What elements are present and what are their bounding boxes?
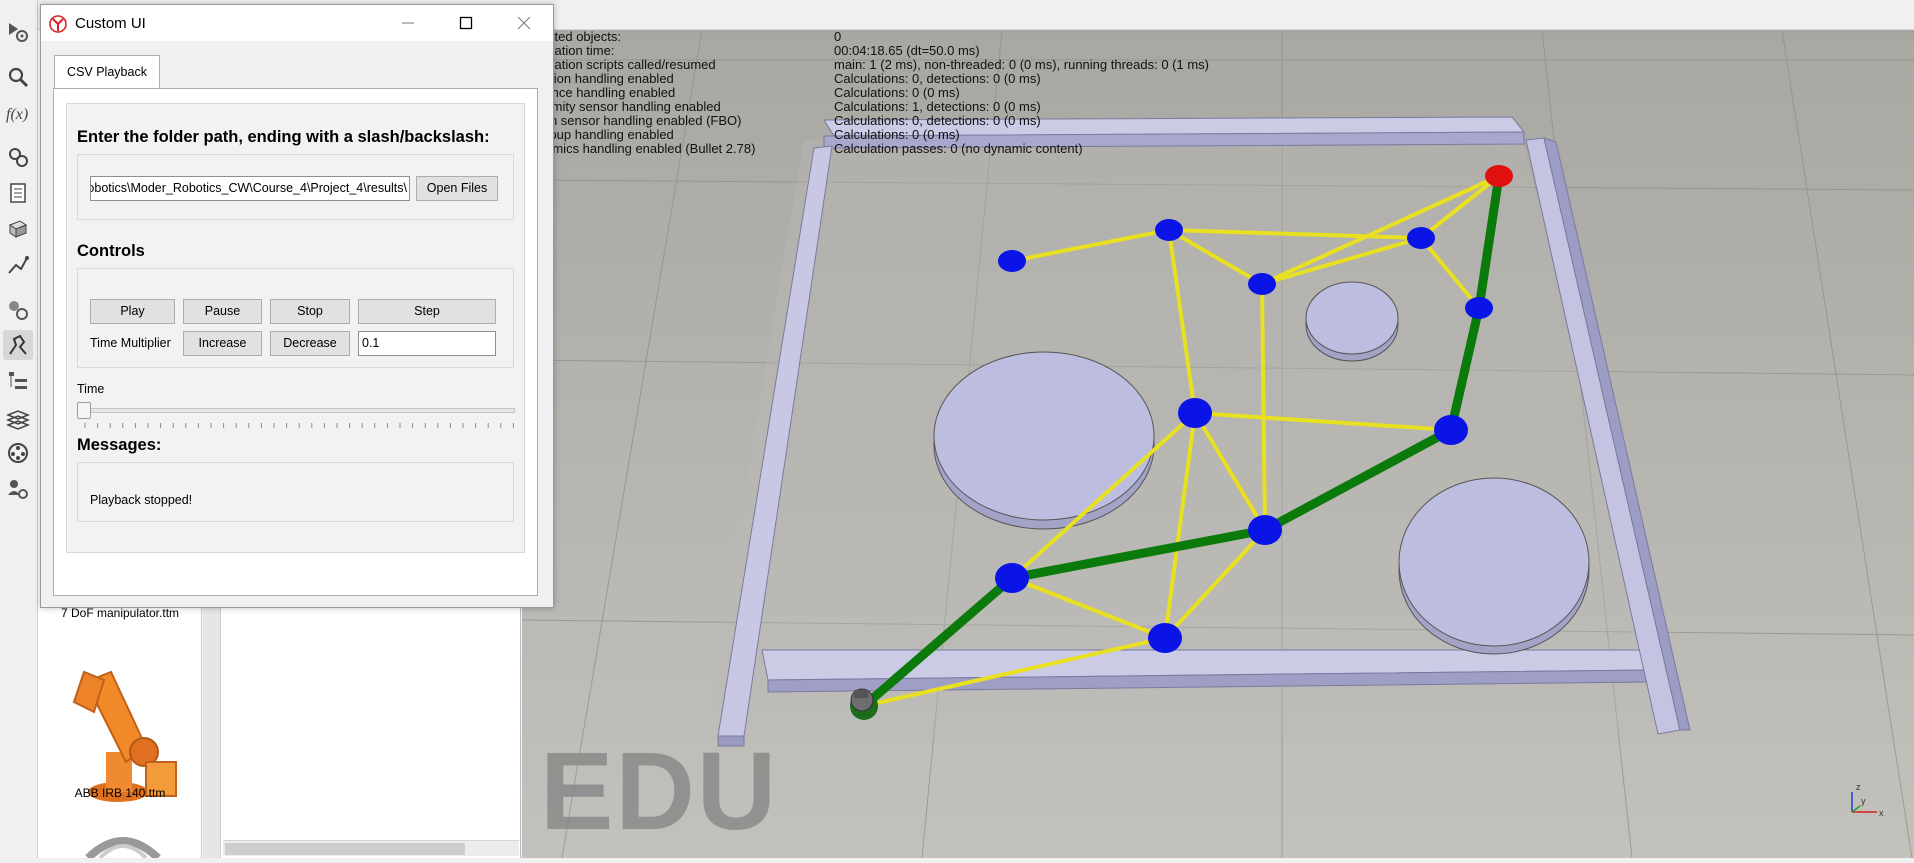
tab-csv-playback[interactable]: CSV Playback xyxy=(54,55,160,89)
roadmap-node xyxy=(1178,398,1212,428)
app-logo-icon xyxy=(49,15,67,33)
svg-text:z: z xyxy=(1856,782,1861,792)
window-title: Custom UI xyxy=(75,15,146,32)
function-icon[interactable]: f(x) xyxy=(3,98,33,128)
tab-pane: Enter the folder path, ending with a sla… xyxy=(53,88,538,596)
roadmap-node xyxy=(1155,219,1183,241)
roadmap-node xyxy=(1465,297,1493,319)
step-button[interactable]: Step xyxy=(358,299,496,324)
scene-info-value: Calculations: 0 (0 ms) xyxy=(834,85,960,100)
time-slider-handle[interactable] xyxy=(77,402,91,419)
messages-heading: Messages: xyxy=(77,436,162,454)
maximize-icon xyxy=(459,16,473,30)
model-label[interactable]: ABB IRB 140.ttm xyxy=(38,786,202,800)
model-browser-icon[interactable] xyxy=(3,330,33,360)
open-files-button[interactable]: Open Files xyxy=(416,176,498,201)
play-button[interactable]: Play xyxy=(90,299,175,324)
user-settings-icon[interactable] xyxy=(3,474,33,504)
increase-button[interactable]: Increase xyxy=(183,331,262,356)
close-icon xyxy=(517,16,531,30)
search-icon[interactable] xyxy=(3,62,33,92)
pause-button[interactable]: Pause xyxy=(183,299,262,324)
roadmap-node xyxy=(1407,227,1435,249)
scene-info-value: Calculations: 1, detections: 0 (0 ms) xyxy=(834,99,1041,114)
scene-info-label: IK group handling enabled xyxy=(522,128,674,142)
roadmap-node xyxy=(1434,415,1468,445)
time-label: Time xyxy=(77,382,105,396)
scene-info-value: Calculation passes: 0 (no dynamic conten… xyxy=(834,141,1083,156)
slider-ticks xyxy=(84,423,514,428)
roadmap-node xyxy=(1248,273,1276,295)
model-label[interactable]: 7 DoF manipulator.ttm xyxy=(38,606,202,620)
controls-group: Play Pause Stop Step Time Multiplier Inc… xyxy=(77,268,514,368)
scene-objects-icon[interactable] xyxy=(3,142,33,172)
layers-icon[interactable] xyxy=(3,404,33,434)
scene-info-value: Calculations: 0, detections: 0 (0 ms) xyxy=(834,113,1041,128)
shape-edit-icon[interactable] xyxy=(3,214,33,244)
model-thumbnail[interactable] xyxy=(78,830,168,861)
scrollbar-thumb[interactable] xyxy=(225,843,465,855)
roadmap-node xyxy=(998,250,1026,272)
scene-info-value: 00:04:18.65 (dt=50.0 ms) xyxy=(834,43,980,58)
scene-info-label: Simulation time: xyxy=(522,44,615,58)
roadmap-node xyxy=(995,563,1029,593)
svg-text:x: x xyxy=(1879,808,1884,818)
scene-info-label: Selected objects: xyxy=(522,30,622,44)
custom-ui-window: Custom UI CSV Playback Enter the folder … xyxy=(40,4,554,608)
decrease-button[interactable]: Decrease xyxy=(270,331,350,356)
svg-text:f(x): f(x) xyxy=(6,106,28,123)
left-toolbar: f(x) xyxy=(0,0,38,858)
controls-heading: Controls xyxy=(77,242,145,260)
video-recorder-icon[interactable] xyxy=(3,438,33,468)
goal-node xyxy=(1485,165,1513,187)
scene-info-value: Calculations: 0 (0 ms) xyxy=(834,127,960,142)
scene-info-value: main: 1 (2 ms), non-threaded: 0 (0 ms), … xyxy=(834,57,1209,72)
roadmap-node xyxy=(1248,515,1282,545)
scene-hierarchy-icon[interactable] xyxy=(3,366,33,396)
scene-info-value: Calculations: 0, detections: 0 (0 ms) xyxy=(834,71,1041,86)
close-button[interactable] xyxy=(495,5,553,41)
minimize-icon xyxy=(402,22,414,24)
scene-info-value: 0 xyxy=(834,29,842,44)
scene-info-label: Simulation scripts called/resumed xyxy=(522,58,716,72)
edu-watermark: EDU xyxy=(540,730,779,853)
simulation-settings-icon[interactable] xyxy=(3,16,33,46)
roadmap-node xyxy=(1148,623,1182,653)
scene-info-label: Dynamics handling enabled (Bullet 2.78) xyxy=(522,142,756,156)
folder-path-heading: Enter the folder path, ending with a sla… xyxy=(77,128,490,146)
scene-info-label: Proximity sensor handling enabled xyxy=(522,100,721,114)
scene-info-label: Distance handling enabled xyxy=(522,86,676,100)
svg-text:y: y xyxy=(1861,796,1866,806)
document-icon[interactable] xyxy=(3,178,33,208)
path-icon[interactable] xyxy=(3,250,33,280)
folder-path-input[interactable]: C:\Users\Robotics\Moder_Robotics_CW\Cour… xyxy=(90,176,410,201)
time-multiplier-label: Time Multiplier xyxy=(90,336,171,350)
time-slider-groove[interactable] xyxy=(77,408,515,413)
folder-path-group: C:\Users\Robotics\Moder_Robotics_CW\Cour… xyxy=(77,154,514,220)
playback-panel: Enter the folder path, ending with a sla… xyxy=(66,103,525,553)
scene-info-label: Collision handling enabled xyxy=(522,72,674,86)
paint-settings-icon[interactable] xyxy=(3,294,33,324)
maximize-button[interactable] xyxy=(437,5,495,41)
title-bar[interactable]: Custom UI xyxy=(41,5,553,41)
scene-info-label: Vision sensor handling enabled (FBO) xyxy=(522,114,742,128)
stop-button[interactable]: Stop xyxy=(270,299,350,324)
horizontal-scrollbar[interactable] xyxy=(223,840,519,856)
message-text: Playback stopped! xyxy=(90,493,193,507)
time-multiplier-input[interactable]: 0.1 xyxy=(358,331,496,356)
messages-box: Playback stopped! xyxy=(77,462,514,522)
minimize-button[interactable] xyxy=(379,5,437,41)
